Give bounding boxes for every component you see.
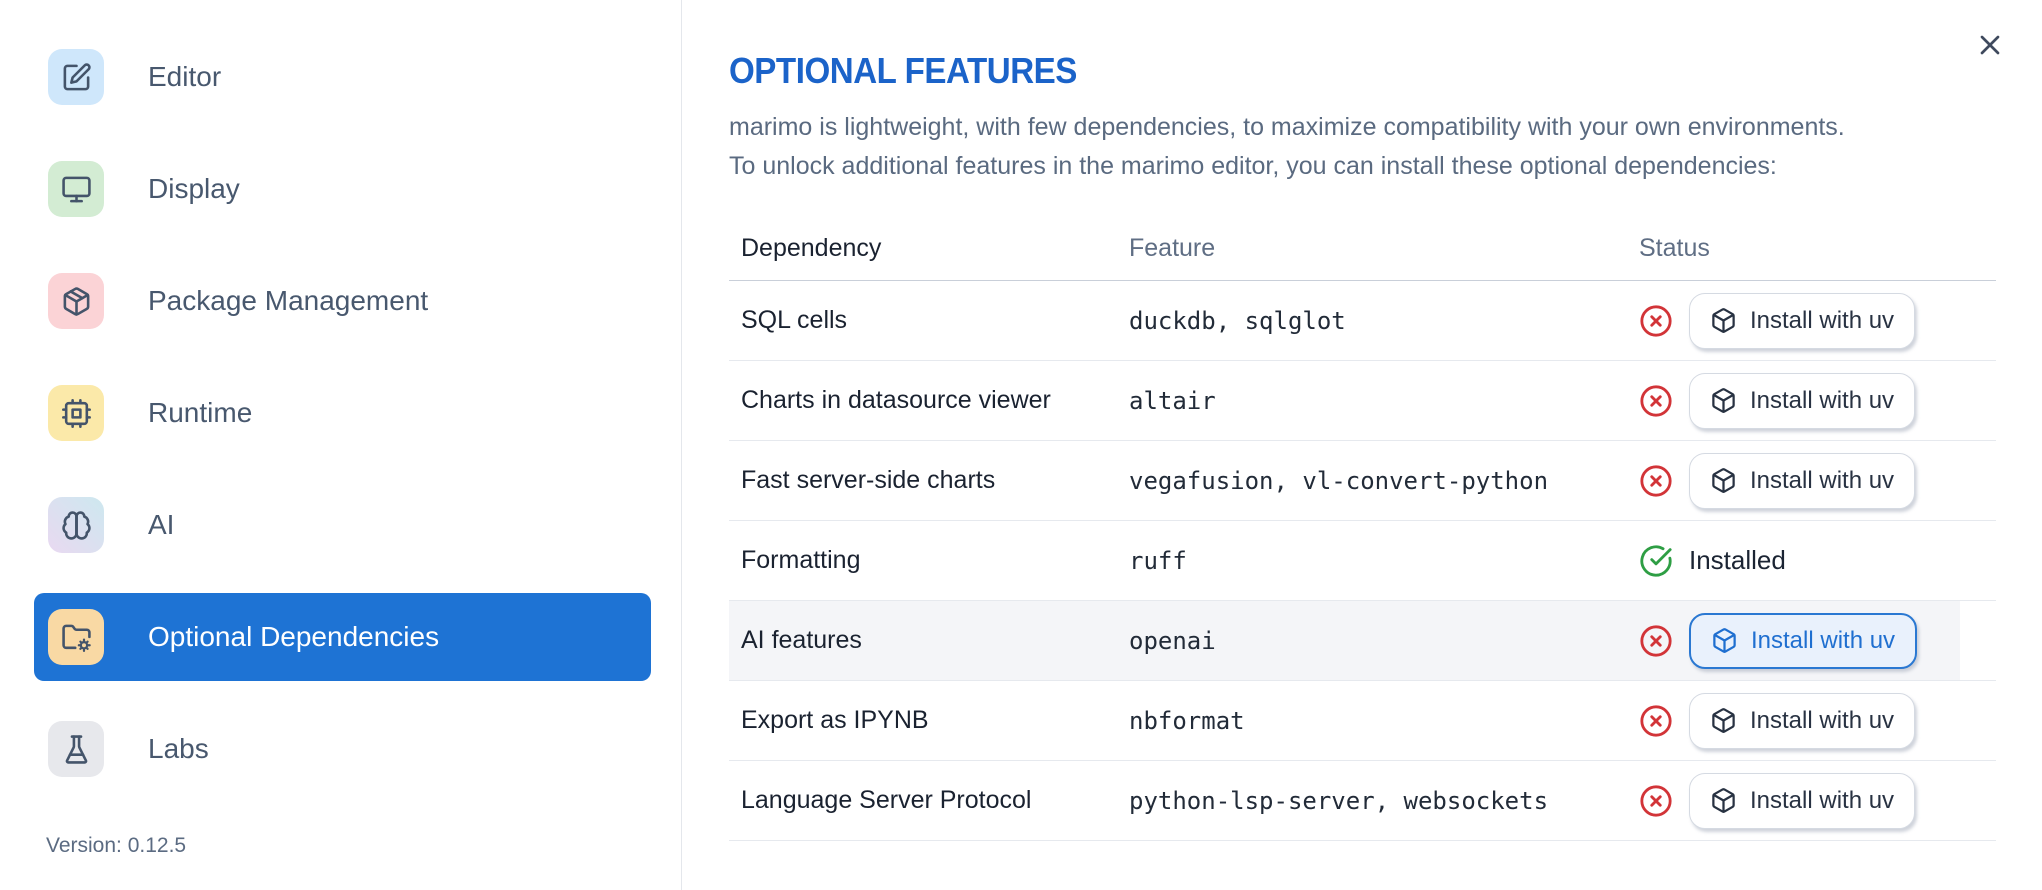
close-icon (1974, 28, 2006, 62)
sidebar-item-label: AI (148, 509, 175, 540)
dependency-cell: Language Server Protocol (741, 786, 1032, 814)
package-box-icon (1711, 627, 1738, 654)
status-cell: Install with uv (1627, 772, 1996, 829)
install-with-uv-button[interactable]: Install with uv (1689, 772, 1916, 829)
package-icon (48, 273, 104, 329)
sidebar-item-label: Package Management (148, 285, 429, 316)
monitor-icon (48, 161, 104, 217)
page-title: OPTIONAL FEATURES (729, 50, 1077, 91)
status-cell: Install with uv (1627, 612, 1996, 669)
feature-cell: duckdb, sqlglot (1129, 306, 1346, 335)
circle-x-icon (1639, 384, 1673, 418)
sidebar-item-editor[interactable]: Editor (34, 33, 651, 121)
close-button[interactable] (1974, 28, 2006, 60)
status-cell: Install with uv (1627, 692, 1996, 749)
install-button-label: Install with uv (1750, 466, 1895, 494)
brain-icon (48, 497, 104, 553)
package-box-icon (1710, 707, 1737, 734)
column-header-status: Status (1639, 233, 1710, 262)
dependencies-table: Dependency Feature Status SQL cells duckd… (729, 216, 1996, 841)
status-cell: Install with uv (1627, 452, 1996, 509)
sidebar-item-ai[interactable]: AI (34, 481, 651, 569)
install-button-label: Install with uv (1750, 786, 1895, 814)
feature-cell: openai (1129, 626, 1216, 655)
install-with-uv-button[interactable]: Install with uv (1689, 692, 1916, 749)
sidebar-item-label: Runtime (148, 397, 253, 428)
description-line-1: marimo is lightweight, with few dependen… (729, 113, 1845, 141)
install-button-label: Install with uv (1750, 706, 1895, 734)
table-row: Charts in datasource viewer altair Install… (729, 361, 1996, 441)
dependency-cell: Charts in datasource viewer (741, 386, 1051, 414)
circle-x-icon (1639, 784, 1673, 818)
circle-x-icon (1639, 624, 1673, 658)
feature-cell: python-lsp-server, websockets (1129, 786, 1549, 815)
dependency-cell: Fast server-side charts (741, 466, 996, 494)
table-row: Language Server Protocol python-lsp-serve… (729, 761, 1996, 841)
cpu-icon (48, 385, 104, 441)
package-box-icon (1710, 467, 1737, 494)
installed-status-label: Installed (1689, 545, 1786, 575)
column-header-feature: Feature (1129, 233, 1216, 262)
status-cell: Installed (1627, 544, 1996, 578)
circle-x-icon (1639, 704, 1673, 738)
sidebar-item-package-management[interactable]: Package Management (34, 257, 651, 345)
table-row: SQL cells duckdb, sqlglot Install with uv (729, 281, 1996, 361)
dependency-cell: Formatting (741, 546, 861, 574)
circle-x-icon (1639, 304, 1673, 338)
version-label: Version: 0.12.5 (46, 834, 187, 857)
feature-cell: ruff (1129, 546, 1187, 575)
install-button-label: Install with uv (1751, 626, 1896, 654)
sidebar-item-label: Optional Dependencies (148, 621, 440, 652)
feature-cell: vegafusion, vl-convert-python (1129, 466, 1549, 495)
feature-cell: nbformat (1129, 706, 1245, 735)
status-cell: Install with uv (1627, 372, 1996, 429)
sidebar-item-runtime[interactable]: Runtime (34, 369, 651, 457)
table-body: SQL cells duckdb, sqlglot Install with uv C… (729, 281, 1996, 841)
feature-cell: altair (1129, 386, 1216, 415)
column-header-dependency: Dependency (741, 233, 882, 262)
description-line-2: To unlock additional features in the mar… (729, 152, 1777, 180)
table-row: Formatting ruff Installed (729, 521, 1996, 601)
sidebar: Editor Display Package Management Runtime AI… (0, 0, 682, 890)
install-with-uv-button[interactable]: Install with uv (1689, 372, 1916, 429)
table-row: Export as IPYNB nbformat Install with uv (729, 681, 1996, 761)
install-with-uv-button[interactable]: Install with uv (1689, 612, 1918, 669)
package-box-icon (1710, 787, 1737, 814)
dependency-cell: SQL cells (741, 306, 848, 334)
dependency-cell: Export as IPYNB (741, 706, 929, 734)
circle-x-icon (1639, 464, 1673, 498)
package-box-icon (1710, 387, 1737, 414)
sidebar-nav: Editor Display Package Management Runtime AI… (0, 33, 681, 793)
dependency-cell: AI features (741, 626, 862, 654)
panel-description: marimo is lightweight, with few dependen… (729, 108, 2042, 186)
sidebar-item-label: Editor (148, 61, 222, 92)
sidebar-item-optional-dependencies[interactable]: Optional Dependencies (34, 593, 651, 681)
install-with-uv-button[interactable]: Install with uv (1689, 452, 1916, 509)
install-button-label: Install with uv (1750, 386, 1895, 414)
sidebar-item-label: Labs (148, 733, 209, 764)
sidebar-item-display[interactable]: Display (34, 145, 651, 233)
install-with-uv-button[interactable]: Install with uv (1689, 292, 1916, 349)
package-box-icon (1710, 307, 1737, 334)
sidebar-item-labs[interactable]: Labs (34, 705, 651, 793)
sidebar-item-label: Display (148, 173, 240, 204)
install-button-label: Install with uv (1750, 306, 1895, 334)
table-row: Fast server-side charts vegafusion, vl-co… (729, 441, 1996, 521)
table-row: AI features openai Install with uv (729, 601, 1996, 681)
flask-icon (48, 721, 104, 777)
folder-cog-icon (48, 609, 104, 665)
circle-check-icon (1639, 544, 1673, 578)
table-header-row: Dependency Feature Status (729, 216, 1996, 281)
settings-dialog: Editor Display Package Management Runtime AI… (0, 0, 2042, 890)
edit-icon (48, 49, 104, 105)
status-cell: Install with uv (1627, 292, 1996, 349)
optional-features-panel: OPTIONAL FEATURES marimo is lightweight,… (682, 0, 2042, 890)
